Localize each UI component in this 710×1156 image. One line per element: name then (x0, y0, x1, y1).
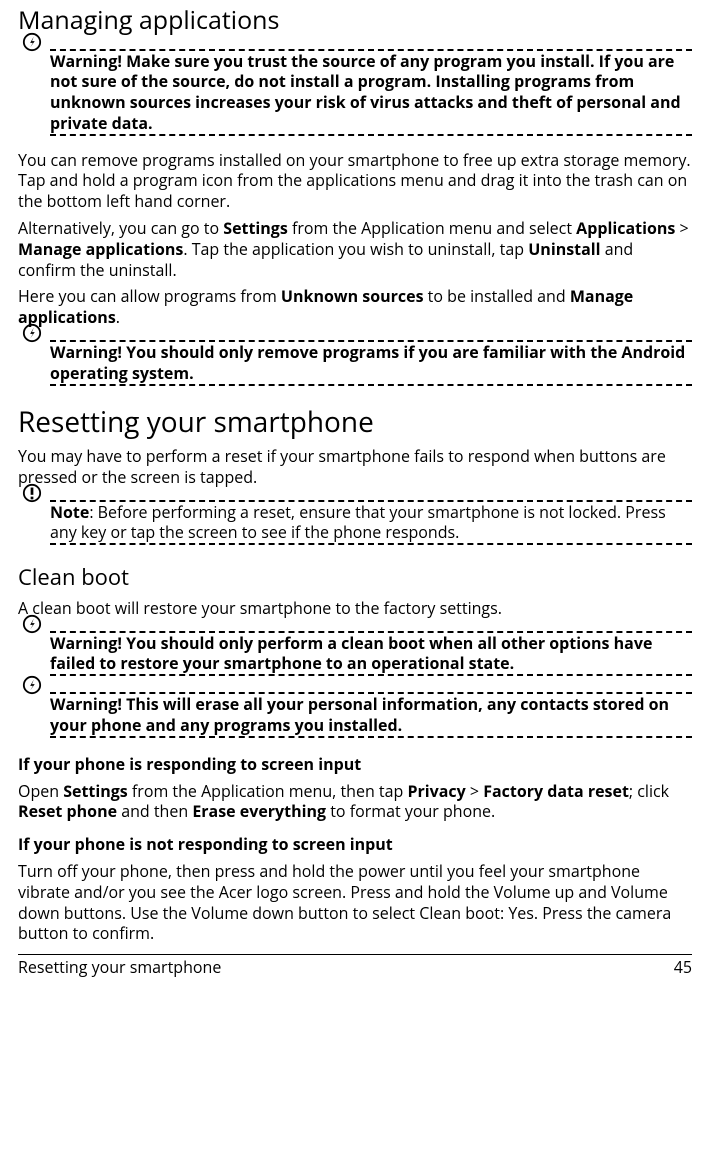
para-factory-reset-steps: Open Settings from the Application menu,… (18, 781, 692, 823)
lightning-icon (22, 675, 42, 695)
heading-managing-applications: Managing applications (18, 4, 692, 37)
callout-warning-remove-programs: Warning! You should only remove programs… (18, 338, 692, 390)
callout-warning-clean-boot-last-resort: Warning! You should only perform a clean… (18, 629, 692, 681)
footer-section-title: Resetting your smartphone (18, 957, 221, 978)
page-footer: Resetting your smartphone 45 (18, 954, 692, 978)
callout-text: Warning! You should only perform a clean… (50, 632, 652, 675)
subheading-not-responding: If your phone is not responding to scree… (18, 834, 692, 855)
callout-text: Warning! Make sure you trust the source … (50, 50, 681, 134)
callout-warning-install-source: Warning! Make sure you trust the source … (18, 47, 692, 140)
callout-warning-erase-data: Warning! This will erase all your person… (18, 690, 692, 742)
subheading-responding: If your phone is responding to screen in… (18, 754, 692, 775)
callout-note-locked: Note: Before performing a reset, ensure … (18, 498, 692, 550)
para-reset-reason: You may have to perform a reset if your … (18, 446, 692, 488)
footer-page-number: 45 (674, 957, 692, 978)
para-hard-reset-steps: Turn off your phone, then press and hold… (18, 861, 692, 944)
lightning-icon (22, 32, 42, 52)
callout-text: Warning! You should only remove programs… (50, 341, 685, 384)
exclamation-icon (22, 483, 42, 503)
para-remove-programs: You can remove programs installed on you… (18, 150, 692, 212)
para-clean-boot-desc: A clean boot will restore your smartphon… (18, 598, 692, 619)
lightning-icon (22, 323, 42, 343)
callout-text: Warning! This will erase all your person… (50, 693, 669, 736)
note-label: Note (50, 501, 89, 523)
heading-clean-boot: Clean boot (18, 563, 692, 592)
lightning-icon (22, 614, 42, 634)
para-unknown-sources: Here you can allow programs from Unknown… (18, 286, 692, 328)
heading-resetting-smartphone: Resetting your smartphone (18, 404, 692, 440)
callout-text: : Before performing a reset, ensure that… (50, 501, 666, 544)
para-settings-uninstall: Alternatively, you can go to Settings fr… (18, 218, 692, 280)
